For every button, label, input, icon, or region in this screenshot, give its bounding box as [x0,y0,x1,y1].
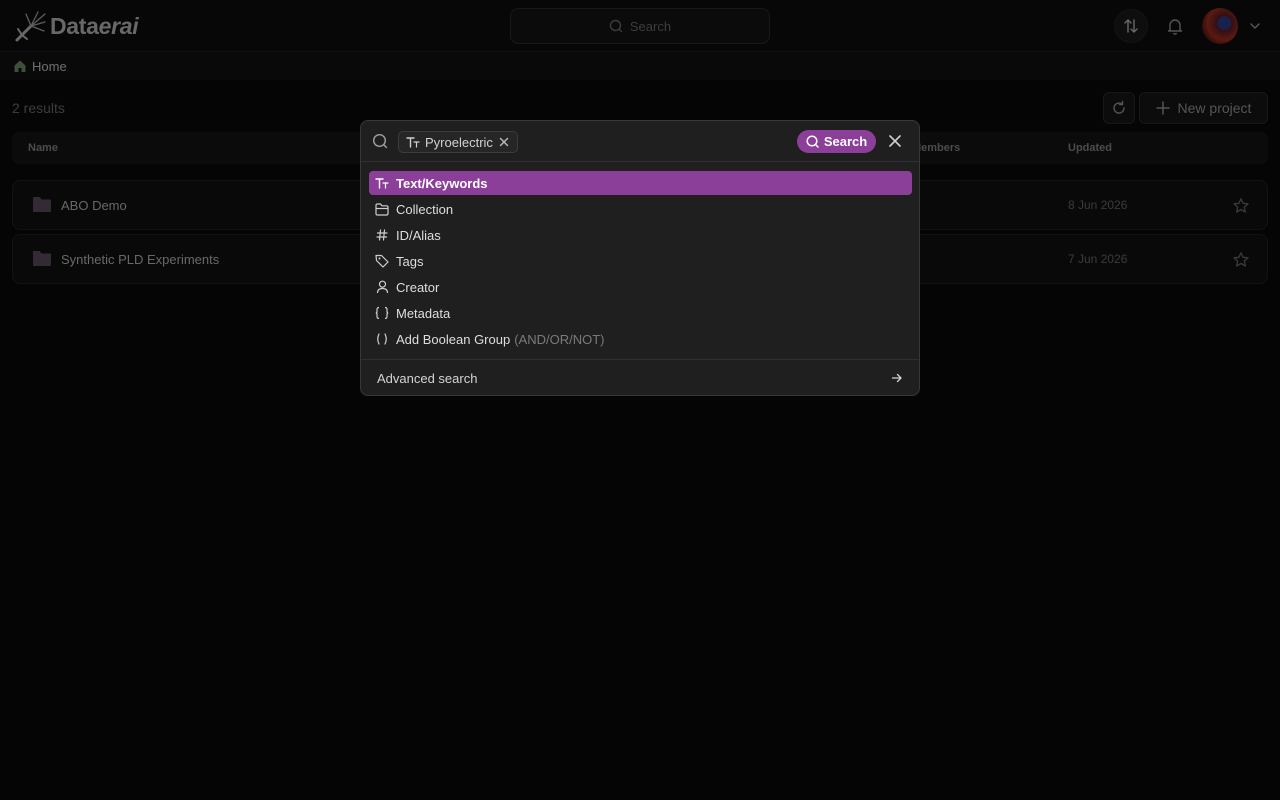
menu-item-metadata[interactable]: Metadata [369,301,912,325]
chip-label: Pyroelectric [425,134,493,150]
search-type-menu: Text/Keywords Collection ID/Alias Tags C… [369,171,912,353]
parentheses-icon [375,332,389,346]
text-type-icon [375,176,389,190]
search-query-bar[interactable]: Pyroelectric Search [361,121,919,162]
user-icon [375,280,389,294]
menu-item-id-alias[interactable]: ID/Alias [369,223,912,247]
menu-item-tags[interactable]: Tags [369,249,912,273]
remove-chip-icon[interactable] [498,136,510,148]
menu-item-label: Text/Keywords [396,175,488,191]
hash-icon [375,228,389,242]
search-filter-chip[interactable]: Pyroelectric [398,131,518,153]
menu-item-label: ID/Alias [396,227,441,243]
search-submit-label: Search [823,134,868,149]
menu-item-text-keywords[interactable]: Text/Keywords [369,171,912,195]
menu-item-hint: (AND/OR/NOT) [514,331,605,347]
close-icon[interactable] [888,134,902,148]
braces-icon [375,306,389,320]
advanced-search-label: Advanced search [377,370,478,386]
menu-item-collection[interactable]: Collection [369,197,912,221]
menu-item-label: Collection [396,201,454,217]
arrow-right-icon [891,373,902,383]
search-submit-button[interactable]: Search [797,130,876,153]
menu-item-label: Add Boolean Group [396,331,511,347]
menu-item-label: Creator [396,279,440,295]
menu-item-label: Tags [396,253,424,269]
tag-icon [375,254,389,268]
search-modal: Pyroelectric Search Text/Keywords Collec… [360,120,920,396]
advanced-search-link[interactable]: Advanced search [361,359,919,396]
folder-icon [375,202,389,216]
menu-item-label: Metadata [396,305,451,321]
menu-item-creator[interactable]: Creator [369,275,912,299]
menu-item-boolean-group[interactable]: Add Boolean Group (AND/OR/NOT) [369,327,912,351]
search-icon [372,133,388,149]
search-icon [806,135,819,148]
text-type-icon [406,137,420,148]
